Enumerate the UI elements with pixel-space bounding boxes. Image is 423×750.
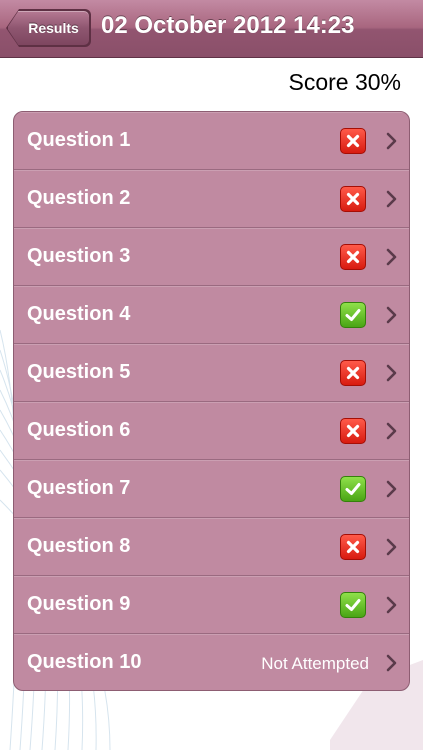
- question-label: Question 9: [27, 593, 131, 615]
- checkmark-icon: [340, 592, 366, 618]
- checkmark-icon: [340, 302, 366, 328]
- results-back-button[interactable]: Results: [7, 10, 90, 46]
- chevron-right-icon: [384, 479, 400, 499]
- question-row[interactable]: Question 8: [14, 518, 409, 576]
- status-text: Not Attempted: [261, 654, 369, 673]
- chevron-right-icon: [384, 189, 400, 209]
- navigation-bar: Results 02 October 2012 14:23: [0, 0, 423, 58]
- question-row[interactable]: Question 5: [14, 344, 409, 402]
- question-list: Question 1 Question 2 Question 3 Question 4…: [13, 111, 410, 691]
- question-row[interactable]: Question 2: [14, 170, 409, 228]
- question-row[interactable]: Question 7: [14, 460, 409, 518]
- cross-icon: [340, 244, 366, 270]
- question-row[interactable]: Question 10 Not Attempted: [14, 634, 409, 690]
- chevron-right-icon: [384, 595, 400, 615]
- chevron-right-icon: [384, 421, 400, 441]
- chevron-right-icon: [384, 305, 400, 325]
- chevron-right-icon: [384, 131, 400, 151]
- question-row[interactable]: Question 4: [14, 286, 409, 344]
- page-title: 02 October 2012 14:23: [101, 12, 355, 39]
- question-label: Question 3: [27, 245, 131, 267]
- chevron-right-icon: [384, 247, 400, 267]
- question-label: Question 8: [27, 535, 131, 557]
- question-row[interactable]: Question 6: [14, 402, 409, 460]
- chevron-right-icon: [384, 653, 400, 673]
- question-label: Question 10: [27, 651, 142, 673]
- question-label: Question 6: [27, 419, 131, 441]
- question-label: Question 2: [27, 187, 131, 209]
- question-row[interactable]: Question 1: [14, 112, 409, 170]
- chevron-right-icon: [384, 363, 400, 383]
- score-label: Score 30%: [288, 69, 401, 95]
- question-label: Question 4: [27, 303, 131, 325]
- question-row[interactable]: Question 9: [14, 576, 409, 634]
- question-row[interactable]: Question 3: [14, 228, 409, 286]
- question-label: Question 1: [27, 129, 131, 151]
- cross-icon: [340, 186, 366, 212]
- cross-icon: [340, 360, 366, 386]
- cross-icon: [340, 418, 366, 444]
- cross-icon: [340, 128, 366, 154]
- cross-icon: [340, 534, 366, 560]
- chevron-right-icon: [384, 537, 400, 557]
- checkmark-icon: [340, 476, 366, 502]
- question-label: Question 5: [27, 361, 131, 383]
- question-label: Question 7: [27, 477, 131, 499]
